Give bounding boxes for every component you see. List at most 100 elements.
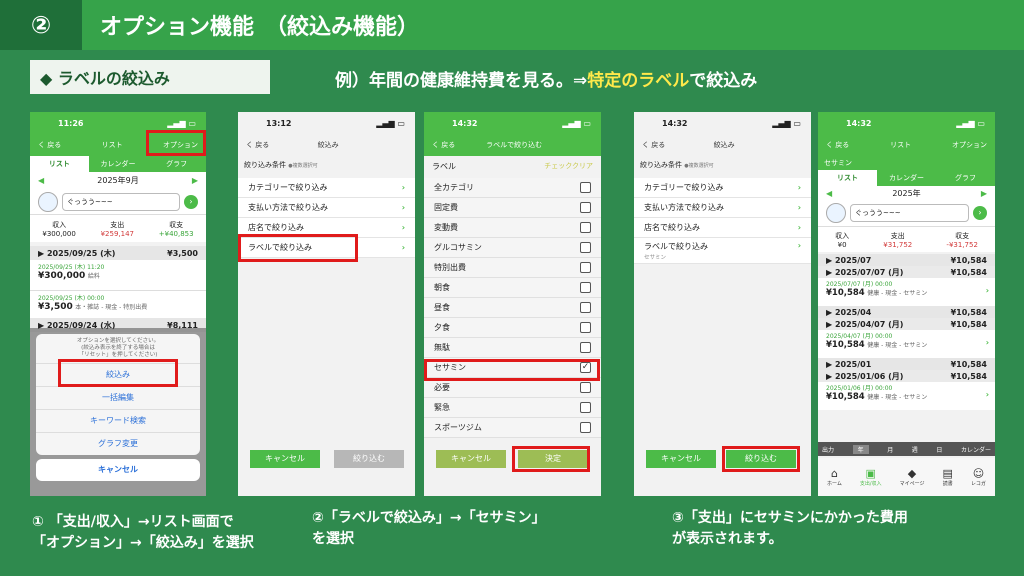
label-item[interactable]: 固定費 xyxy=(424,198,601,218)
toolbar-item[interactable]: 月 xyxy=(887,445,893,454)
bottom-nav-item[interactable]: ⌂ ホーム xyxy=(827,467,842,487)
day-row[interactable]: ▶ 2025/01/06 (月) ¥10,584 xyxy=(818,370,995,382)
checkbox[interactable] xyxy=(580,422,591,433)
checkbox[interactable] xyxy=(580,262,591,273)
label-item[interactable]: 無駄 xyxy=(424,338,601,358)
month-row[interactable]: ▶ 2025/07 ¥10,584 xyxy=(818,254,995,266)
tab-calendar[interactable]: カレンダー xyxy=(89,156,148,172)
month-row: ◀ 2025年9月 ▶ xyxy=(30,172,206,188)
filter-store[interactable]: 店名で絞り込み › xyxy=(634,218,811,238)
status-time: 14:32 xyxy=(662,118,688,128)
label-item[interactable]: 変動費 xyxy=(424,218,601,238)
filter-payment[interactable]: 支払い方法で絞り込み › xyxy=(634,198,811,218)
checkbox[interactable] xyxy=(580,222,591,233)
cancel-button[interactable]: キャンセル xyxy=(646,450,716,468)
checkbox[interactable] xyxy=(580,342,591,353)
tab-calendar[interactable]: カレンダー xyxy=(877,170,936,186)
nav-title: 絞込み xyxy=(317,141,339,149)
bulk-edit-option[interactable]: 一括編集 xyxy=(36,386,200,409)
back-button[interactable]: く 戻る xyxy=(432,140,455,150)
checkbox[interactable] xyxy=(580,282,591,293)
keyword-search-option[interactable]: キーワード検索 xyxy=(36,409,200,432)
label-item[interactable]: 必要 xyxy=(424,378,601,398)
back-button[interactable]: く 戻る xyxy=(246,140,269,150)
checkbox[interactable] xyxy=(580,402,591,413)
step-number: ② xyxy=(0,0,82,50)
checkbox[interactable] xyxy=(580,322,591,333)
label-item[interactable]: スポーツジム xyxy=(424,418,601,438)
bottom-nav-item[interactable]: ◆ マイページ xyxy=(900,467,925,487)
month-row[interactable]: ▶ 2025/04 ¥10,584 xyxy=(818,306,995,318)
income-value: ¥300,000 xyxy=(42,229,76,238)
day-row[interactable]: ▶ 2025/09/25 (木) ¥3,500 xyxy=(30,246,206,260)
label-item[interactable]: 夕食 xyxy=(424,318,601,338)
filter-category[interactable]: カテゴリーで絞り込み › xyxy=(238,178,415,198)
memo-field[interactable]: ぐっうう~~~ xyxy=(850,204,969,222)
label-item[interactable]: 全カテゴリ xyxy=(424,178,601,198)
checkbox[interactable] xyxy=(580,382,591,393)
graph-change-option[interactable]: グラフ変更 xyxy=(36,432,200,455)
toolbar-item[interactable]: 日 xyxy=(936,445,942,454)
back-button[interactable]: く 戻る xyxy=(642,140,665,150)
option-button[interactable]: オプション xyxy=(952,140,987,150)
filter-category[interactable]: カテゴリーで絞り込み › xyxy=(634,178,811,198)
cancel-button[interactable]: キャンセル xyxy=(250,450,320,468)
toolbar-item[interactable]: 年 xyxy=(852,444,869,454)
label-item[interactable]: グルコサミン xyxy=(424,238,601,258)
checkbox[interactable] xyxy=(580,302,591,313)
income-value: ¥0 xyxy=(837,240,847,249)
memo-field[interactable]: ぐっうう~~~ xyxy=(62,193,180,211)
bottom-nav-item[interactable]: ☺ レコガ xyxy=(971,467,986,487)
nav-icon: ▤ xyxy=(942,467,953,480)
toolbar-item[interactable]: カレンダー xyxy=(961,445,991,454)
filter-label[interactable]: ラベルで絞り込み セサミン › xyxy=(634,238,811,264)
go-icon[interactable]: › xyxy=(184,195,198,209)
phone-4: 14:32 ▂▄▆ ▭ く 戻る 絞込み 絞り込み条件 ●複数選択可 カテゴリーで… xyxy=(634,112,811,496)
toolbar-item[interactable]: 出力 xyxy=(822,445,834,454)
day-row[interactable]: ▶ 2025/07/07 (月) ¥10,584 xyxy=(818,266,995,278)
label-item[interactable]: 昼食 xyxy=(424,298,601,318)
bottom-nav-item[interactable]: ▣ 支出/収入 xyxy=(860,467,882,487)
label-item[interactable]: 特別出費 xyxy=(424,258,601,278)
tab-list[interactable]: リスト xyxy=(818,170,877,186)
phone-5: 14:32 ▂▄▆ ▭ く 戻る リスト オプション セサミン リスト カレンダー… xyxy=(818,112,995,496)
list-item[interactable]: 2025/07/07 (月) 00:00 ¥10,584 健康 - 現金 - セサ… xyxy=(818,278,995,306)
next-icon[interactable]: ▶ xyxy=(192,176,198,185)
list-item[interactable]: 2025/04/07 (月) 00:00 ¥10,584 健康 - 現金 - セサ… xyxy=(818,330,995,358)
phone-1: 11:26 ▂▄▆ ▭ く 戻る リスト オプション リスト カレンダー グラフ … xyxy=(30,112,206,496)
sheet-cancel-button[interactable]: キャンセル xyxy=(36,459,200,481)
bottom-nav-item[interactable]: ▤ 読書 xyxy=(943,467,953,487)
prev-icon[interactable]: ◀ xyxy=(38,176,44,185)
highlight-apply xyxy=(722,446,800,472)
chevron-right-icon: › xyxy=(797,223,801,232)
apply-button[interactable]: 絞り込む xyxy=(334,450,404,468)
tab-graph[interactable]: グラフ xyxy=(147,156,206,172)
checkbox[interactable] xyxy=(580,202,591,213)
clear-button[interactable]: チェッククリア xyxy=(544,161,593,171)
checkbox[interactable] xyxy=(580,182,591,193)
go-icon[interactable]: › xyxy=(973,206,987,220)
day-row[interactable]: ▶ 2025/04/07 (月) ¥10,584 xyxy=(818,318,995,330)
label-item[interactable]: 朝食 xyxy=(424,278,601,298)
list-item[interactable]: 2025/09/25 (木) 00:00 ¥3,500 本・雑誌 - 現金 - … xyxy=(30,290,206,318)
checkbox[interactable] xyxy=(580,242,591,253)
filter-payment[interactable]: 支払い方法で絞り込み › xyxy=(238,198,415,218)
cancel-button[interactable]: キャンセル xyxy=(436,450,506,468)
example-suffix: で絞込み xyxy=(689,71,758,91)
nav-title: リスト xyxy=(890,141,912,149)
list-item[interactable]: 2025/09/25 (木) 11:20 ¥300,000 給料 xyxy=(30,260,206,290)
label-item[interactable]: 緊急 xyxy=(424,398,601,418)
back-button[interactable]: く 戻る xyxy=(38,140,61,150)
month-row[interactable]: ▶ 2025/01 ¥10,584 xyxy=(818,358,995,370)
list-item[interactable]: 2025/01/06 (月) 00:00 ¥10,584 健康 - 現金 - セサ… xyxy=(818,382,995,410)
tab-list[interactable]: リスト xyxy=(30,156,89,172)
prev-icon[interactable]: ◀ xyxy=(826,189,832,198)
nav-icon: ◆ xyxy=(907,467,917,480)
battery-icon: ▂▄▆ ▭ xyxy=(167,118,196,128)
back-button[interactable]: く 戻る xyxy=(826,140,849,150)
next-icon[interactable]: ▶ xyxy=(981,189,987,198)
toolbar-item[interactable]: 週 xyxy=(912,445,918,454)
highlight-label-filter xyxy=(238,234,358,262)
tab-graph[interactable]: グラフ xyxy=(936,170,995,186)
battery-icon: ▂▄▆ ▭ xyxy=(956,118,985,128)
